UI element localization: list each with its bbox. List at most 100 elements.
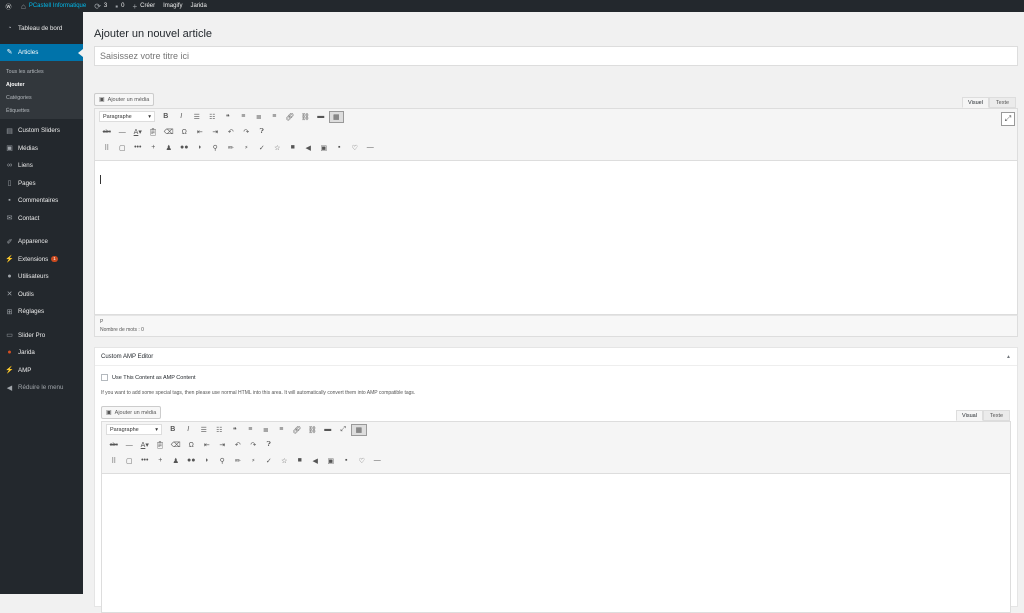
star-icon[interactable]: ☆ [270,142,286,154]
dots-icon[interactable]: ••• [130,142,146,154]
strikethrough-icon[interactable]: abc [99,126,115,138]
special-character-icon[interactable]: Ω [184,439,200,451]
menu-liens[interactable]: ∞ Liens [0,157,83,175]
blockquote-icon[interactable]: ❝ [227,424,243,436]
bullet-list-icon[interactable]: ☰ [196,424,212,436]
submenu-all-articles[interactable]: Tous les articles [0,65,83,78]
user-icon[interactable]: ♟ [168,455,184,467]
help-icon[interactable]: ❓︎ [261,439,277,451]
menu-dashboard[interactable]: ◔ Tableau de bord [0,20,83,38]
italic-icon[interactable]: I [181,424,197,436]
align-left-icon[interactable]: ≡ [243,424,259,436]
post-title-input[interactable] [94,46,1018,66]
tab-visual[interactable]: Visuel [962,97,989,108]
grid-icon[interactable]: ⠿ [99,142,115,154]
outdent-icon[interactable]: ⇤ [192,126,208,138]
special-character-icon[interactable]: Ω [177,126,193,138]
star-icon[interactable]: ☆ [277,455,293,467]
amp-format-select[interactable]: Paragraphe ▾ [106,424,162,436]
link-icon[interactable]: 🔗︎ [289,424,305,436]
tab-text[interactable]: Texte [989,97,1016,108]
admin-bar-comments[interactable]: ▪ 0 [111,0,128,12]
check-icon[interactable]: ✓ [261,455,277,467]
video-icon[interactable]: ■ [285,142,301,154]
menu-contact[interactable]: ✉ Contact [0,210,83,228]
menu-custom-sliders[interactable]: ▤ Custom Sliders [0,122,83,140]
horizontal-line-icon[interactable]: — [122,439,138,451]
text-color-icon[interactable]: A ▾ [130,126,146,138]
align-left-icon[interactable]: ≡ [236,111,252,123]
unlink-icon[interactable]: ⛓ [305,424,321,436]
comment-box-icon[interactable]: ▪ [332,142,348,154]
pencil-icon[interactable]: ✏ [223,142,239,154]
grid-icon[interactable]: ⠿ [106,455,122,467]
help-icon[interactable]: ❓︎ [254,126,270,138]
bold-icon[interactable]: B [158,111,174,123]
submenu-categories[interactable]: Catégories [0,91,83,104]
align-right-icon[interactable]: ≡ [274,424,290,436]
undo-icon[interactable]: ↶ [230,439,246,451]
paste-text-icon[interactable]: 📋︎ [146,126,162,138]
add-media-button[interactable]: ▣ Ajouter un média [94,93,155,106]
editor-content-area[interactable] [94,160,1018,315]
text-color-icon[interactable]: A ▾ [137,439,153,451]
redo-icon[interactable]: ↷ [239,126,255,138]
admin-bar-imagify[interactable]: Imagify [159,0,186,12]
clear-formatting-icon[interactable]: ⌫ [161,126,177,138]
menu-apparence[interactable]: ✐ Apparence [0,233,83,251]
map-pin-icon[interactable]: ⚲ [215,455,231,467]
dash-line-icon[interactable]: — [370,455,386,467]
read-more-icon[interactable]: ▬ [313,111,329,123]
plus-icon[interactable]: + [146,142,162,154]
menu-pages[interactable]: ▯ Pages [0,175,83,193]
submenu-tags[interactable]: Étiquettes [0,104,83,117]
read-more-icon[interactable]: ▬ [320,424,336,436]
indent-icon[interactable]: ⇥ [208,126,224,138]
clear-formatting-icon[interactable]: ⌫ [168,439,184,451]
circles-icon[interactable]: ●● [177,142,193,154]
amp-content-checkbox[interactable] [101,374,108,381]
link-icon[interactable]: 🔗︎ [282,111,298,123]
divider-icon[interactable]: ⸗ [239,142,255,154]
admin-bar-site[interactable]: ⌂ PCastell Informatique [17,0,90,12]
amp-box-header[interactable]: Custom AMP Editor ▲ [95,348,1017,366]
blockquote-icon[interactable]: ❝ [220,111,236,123]
heart-icon[interactable]: ♡ [354,455,370,467]
horizontal-line-icon[interactable]: — [115,126,131,138]
menu-collapse[interactable]: ◀ Réduire le menu [0,379,83,397]
wordpress-logo-icon[interactable]: Ⓦ [0,0,17,12]
box-icon[interactable]: ▢ [122,455,138,467]
align-center-icon[interactable]: ≣ [258,424,274,436]
numbered-list-icon[interactable]: ☷ [205,111,221,123]
redo-icon[interactable]: ↷ [246,439,262,451]
amp-tab-text[interactable]: Texte [983,410,1010,421]
menu-slider-pro[interactable]: ▭ Slider Pro [0,327,83,345]
map-pin-icon[interactable]: ⚲ [208,142,224,154]
amp-add-media-button[interactable]: ▣ Ajouter un média [101,406,162,419]
submenu-add[interactable]: Ajouter [0,78,83,91]
menu-outils[interactable]: ✕ Outils [0,286,83,304]
outdent-icon[interactable]: ⇤ [199,439,215,451]
strikethrough-icon[interactable]: abc [106,439,122,451]
check-icon[interactable]: ✓ [254,142,270,154]
dash-line-icon[interactable]: — [363,142,379,154]
paste-text-icon[interactable]: 📋︎ [153,439,169,451]
undo-icon[interactable]: ↶ [223,126,239,138]
menu-amp[interactable]: ⚡ AMP [0,362,83,380]
collapse-arrow-icon[interactable]: ▲ [1006,354,1011,360]
audio-icon[interactable]: ◀ [308,455,324,467]
menu-medias[interactable]: ▣ Médias [0,140,83,158]
rss-icon[interactable]: ◗ [192,142,208,154]
numbered-list-icon[interactable]: ☷ [212,424,228,436]
image-icon[interactable]: ▣ [316,142,332,154]
image-icon[interactable]: ▣ [323,455,339,467]
toolbar-toggle-icon[interactable]: ▦ [328,110,344,123]
menu-articles[interactable]: ✎ Articles [0,43,83,61]
format-select[interactable]: Paragraphe ▾ [99,111,155,123]
menu-reglages[interactable]: ⊞ Réglages [0,303,83,321]
admin-bar-new[interactable]: + Créer [128,0,159,12]
menu-jarida[interactable]: ● Jarida [0,344,83,362]
fullscreen-icon[interactable]: ⤢ [1001,112,1015,126]
amp-editor-content-area[interactable] [101,473,1011,613]
pencil-icon[interactable]: ✏ [230,455,246,467]
